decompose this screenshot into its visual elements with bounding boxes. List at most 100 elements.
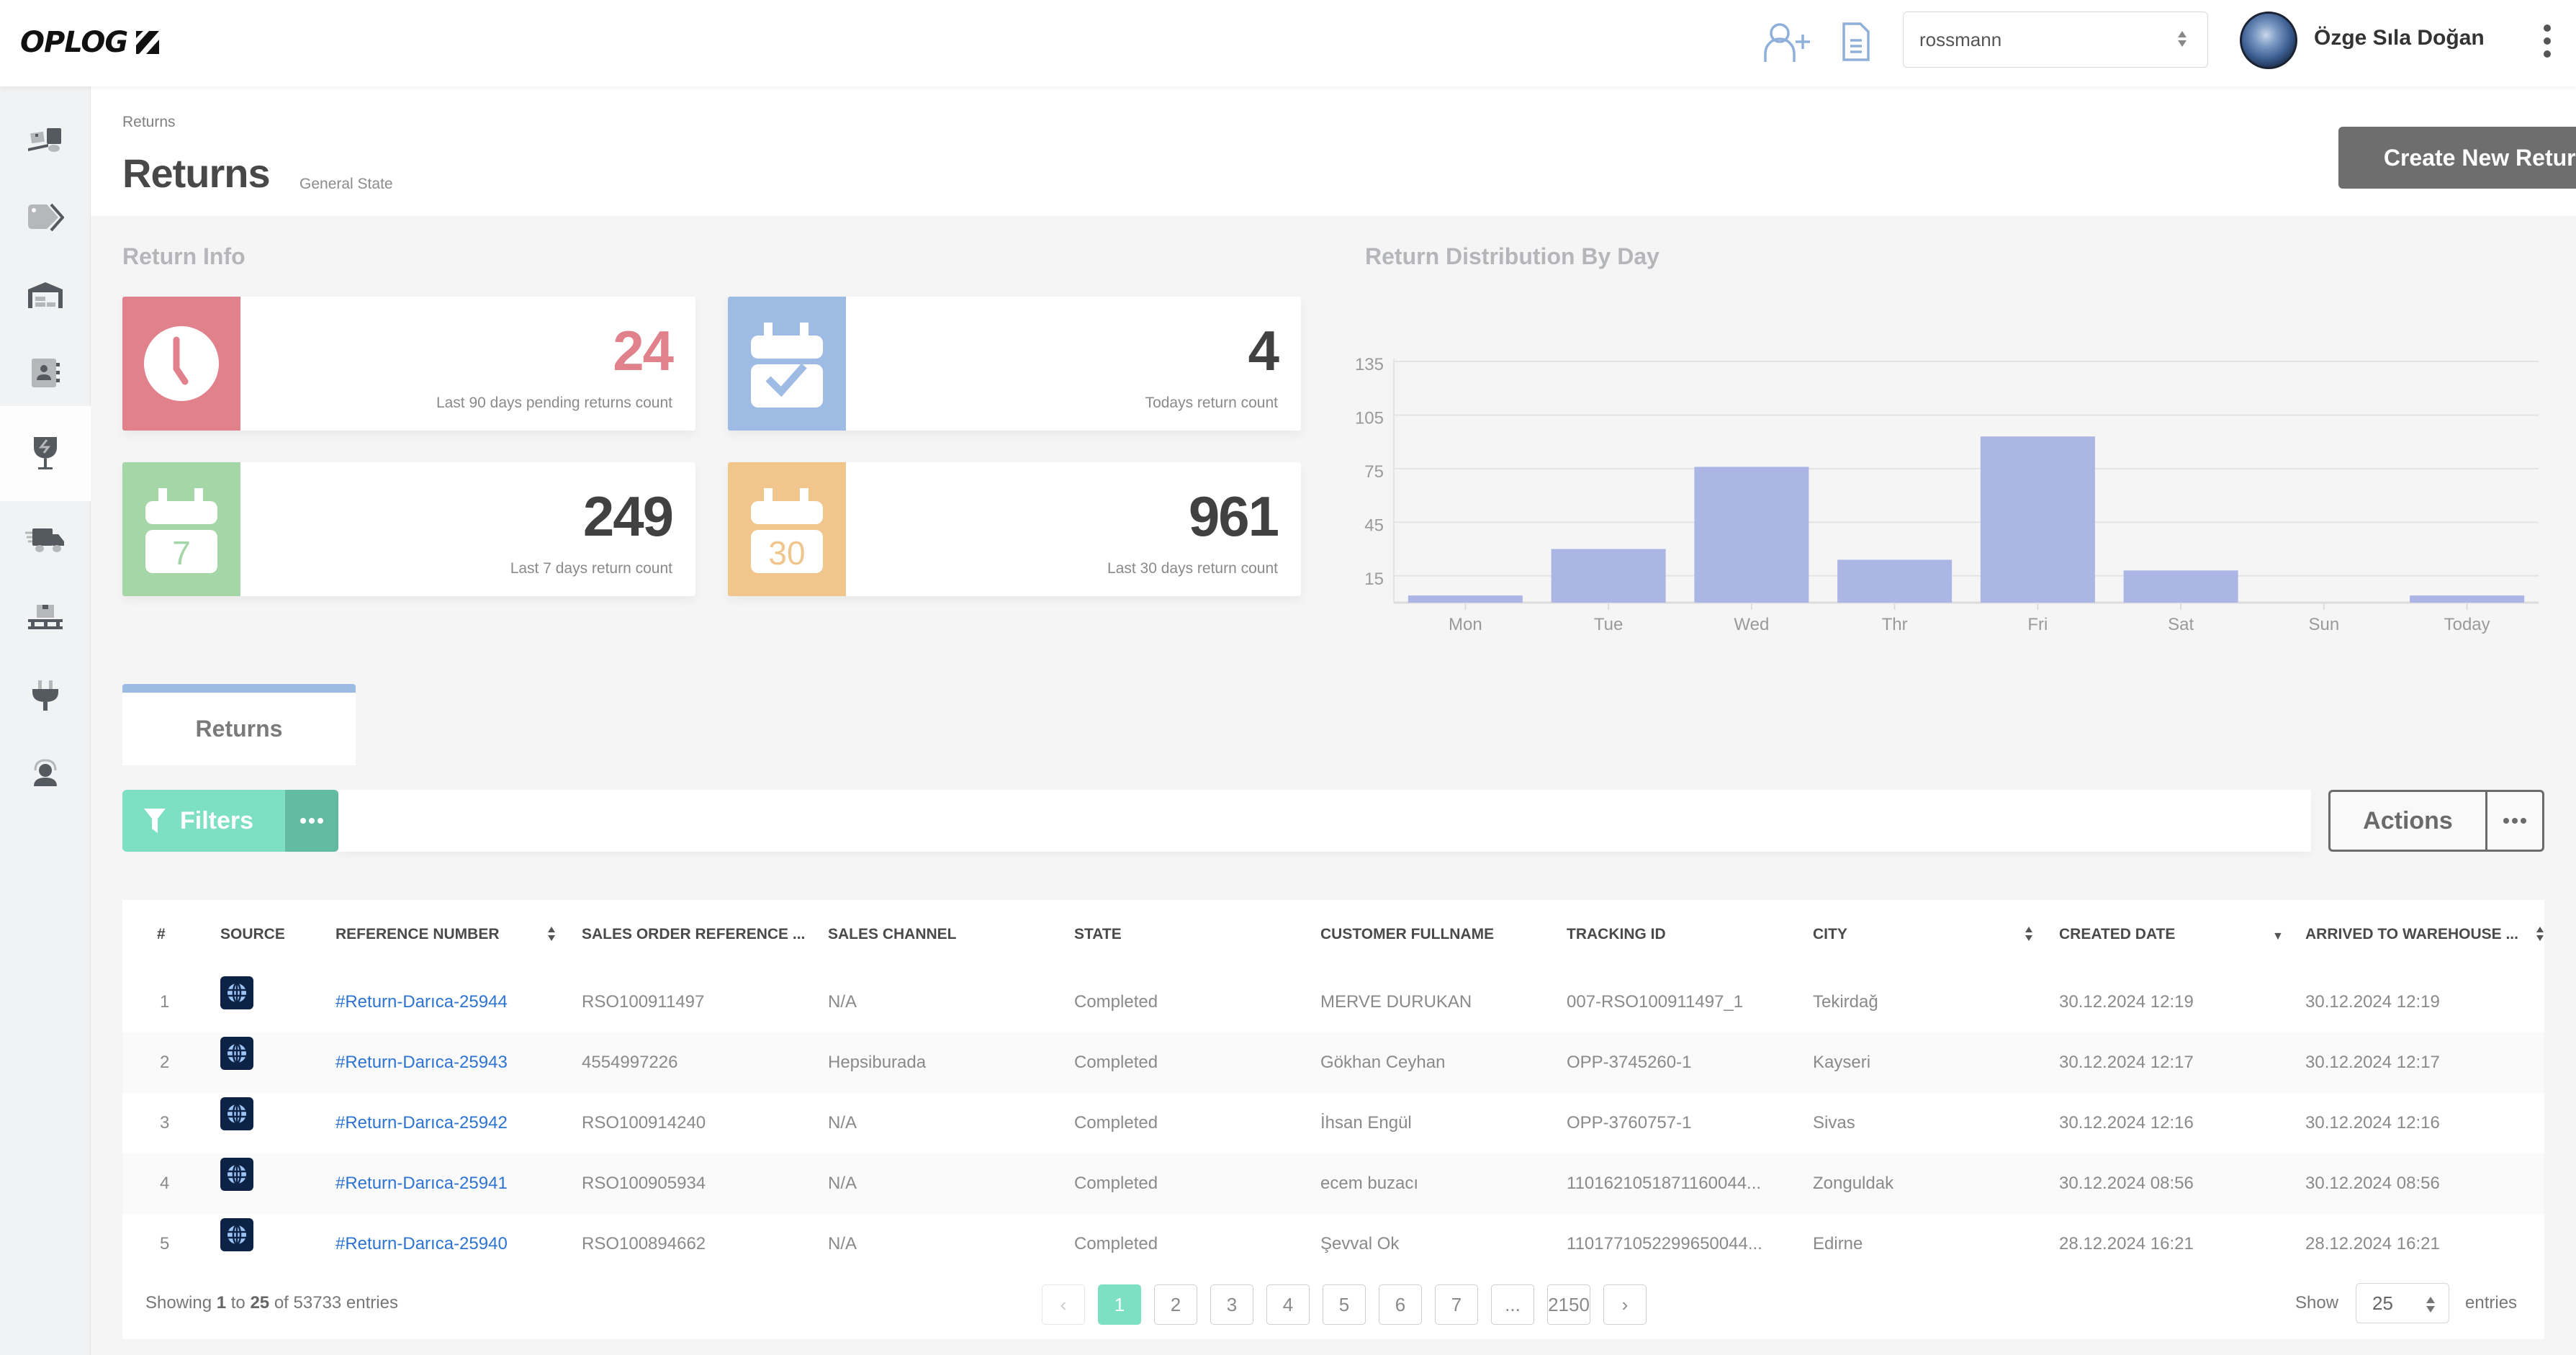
stat-card-last-30-days: 30 961 Last 30 days return count — [728, 462, 1301, 596]
column-header-reference-number[interactable]: REFERENCE NUMBER — [335, 926, 500, 943]
active-filters-bar[interactable] — [338, 790, 2311, 852]
calendar-30-text: 30 — [768, 534, 805, 572]
sort-both-icon[interactable] — [2025, 926, 2033, 945]
cell-tracking-id: OPP-3760757-1 — [1567, 1113, 1692, 1133]
next-page-button[interactable]: › — [1603, 1284, 1647, 1325]
filters-button[interactable]: Filters — [122, 790, 285, 852]
sidebar-item-returns[interactable] — [0, 406, 91, 501]
tab-returns[interactable]: Returns — [122, 684, 356, 765]
sidebar — [0, 86, 91, 1355]
oplog-logo[interactable]: OPLOG — [20, 24, 162, 60]
cell-reference-number[interactable]: #Return-Darıca-25944 — [335, 992, 508, 1012]
cell-arrived-date: 28.12.2024 16:21 — [2305, 1234, 2440, 1253]
sidebar-item-products[interactable] — [0, 179, 91, 256]
warehouse-icon — [28, 282, 63, 308]
page-header: Returns Returns General State Create New… — [91, 86, 2576, 216]
column-header-state[interactable]: STATE — [1074, 926, 1122, 943]
cell-reference-number[interactable]: #Return-Darıca-25940 — [335, 1234, 508, 1254]
column-header-arrived-to-warehouse[interactable]: ARRIVED TO WAREHOUSE ... — [2305, 926, 2518, 943]
page-button[interactable]: 2 — [1154, 1284, 1197, 1325]
pallet-icon — [28, 605, 63, 629]
cell-reference-number[interactable]: #Return-Darıca-25943 — [335, 1053, 508, 1073]
page-button[interactable]: 7 — [1435, 1284, 1478, 1325]
sidebar-item-support[interactable] — [0, 734, 91, 812]
sort-desc-icon[interactable]: ▼ — [2272, 930, 2284, 943]
table-row[interactable]: 2 #Return-Darıca-25943 4554997226 Hepsibura… — [122, 1032, 2544, 1093]
cell-city: Edirne — [1813, 1234, 1863, 1253]
cell-sales-channel: N/A — [828, 1234, 857, 1253]
more-menu-icon[interactable] — [2540, 24, 2554, 58]
table-row[interactable]: 3 #Return-Darıca-25942 RSO100914240 N/A Comp… — [122, 1093, 2544, 1153]
table-row[interactable]: 4 #Return-Darıca-25941 RSO100905934 N/A Comp… — [122, 1153, 2544, 1214]
cell-index: 2 — [160, 1053, 170, 1072]
user-name[interactable]: Özge Sıla Doğan — [2314, 26, 2485, 50]
sidebar-item-integrations[interactable] — [0, 657, 91, 734]
cell-sales-order-reference: RSO100914240 — [582, 1113, 706, 1133]
cell-arrived-date: 30.12.2024 08:56 — [2305, 1174, 2440, 1193]
actions-more-button[interactable] — [2485, 790, 2544, 852]
column-header-sales-channel[interactable]: SALES CHANNEL — [828, 926, 957, 943]
create-new-return-button[interactable]: Create New Return — [2338, 127, 2576, 189]
document-icon[interactable] — [1834, 19, 1878, 65]
sort-both-icon[interactable] — [547, 926, 556, 945]
page-size-select[interactable]: 25 — [2356, 1283, 2449, 1323]
sidebar-item-receiving[interactable] — [0, 101, 91, 179]
page-button[interactable]: 6 — [1379, 1284, 1422, 1325]
column-header-tracking-id[interactable]: TRACKING ID — [1567, 926, 1666, 943]
cell-city: Sivas — [1813, 1113, 1855, 1133]
cell-reference-number[interactable]: #Return-Darıca-25941 — [335, 1174, 508, 1194]
sort-both-icon[interactable] — [2536, 926, 2544, 945]
showing-from: 1 — [216, 1293, 227, 1313]
cell-state: Completed — [1074, 1174, 1158, 1193]
page-ellipsis: ... — [1491, 1284, 1534, 1325]
contacts-icon — [32, 359, 60, 387]
sidebar-item-shipments[interactable] — [0, 501, 91, 579]
page-subtitle: General State — [300, 176, 393, 192]
showing-prefix: Showing — [145, 1293, 212, 1313]
cell-customer-fullname: İhsan Engül — [1320, 1113, 1412, 1133]
page-button[interactable]: 4 — [1266, 1284, 1310, 1325]
sidebar-item-customers[interactable] — [0, 334, 91, 412]
cell-sales-channel: N/A — [828, 992, 857, 1012]
sidebar-item-inventory[interactable] — [0, 579, 91, 657]
page-button[interactable]: 1 — [1098, 1284, 1141, 1325]
table-row[interactable]: 5 #Return-Darıca-25940 RSO100894662 N/A Comp… — [122, 1214, 2544, 1274]
column-header-customer-fullname[interactable]: CUSTOMER FULLNAME — [1320, 926, 1494, 943]
column-header-sales-order-reference[interactable]: SALES ORDER REFERENCE ... — [582, 926, 805, 943]
calendar-check-icon — [728, 297, 846, 431]
page-button[interactable]: 3 — [1210, 1284, 1253, 1325]
page-button[interactable]: 2150 — [1547, 1284, 1590, 1325]
top-bar: OPLOG rossmann Özge Sıla Doğan — [0, 0, 2576, 86]
cell-tracking-id: OPP-3745260-1 — [1567, 1053, 1692, 1072]
user-avatar[interactable] — [2240, 12, 2297, 69]
cell-tracking-id: 007-RSO100911497_1 — [1567, 992, 1744, 1012]
filters-more-button[interactable] — [285, 790, 338, 852]
x-tick-label: Tue — [1594, 615, 1623, 634]
company-select[interactable]: rossmann — [1903, 12, 2208, 68]
stat-value: 24 — [613, 319, 674, 382]
cell-reference-number[interactable]: #Return-Darıca-25942 — [335, 1113, 508, 1133]
column-header-city[interactable]: CITY — [1813, 926, 1847, 943]
add-user-icon[interactable] — [1762, 19, 1813, 65]
sidebar-item-warehouse[interactable] — [0, 256, 91, 334]
cell-arrived-date: 30.12.2024 12:17 — [2305, 1053, 2440, 1072]
cell-customer-fullname: Gökhan Ceyhan — [1320, 1053, 1446, 1072]
company-select-value: rossmann — [1919, 28, 2002, 50]
breadcrumb[interactable]: Returns — [122, 114, 176, 131]
returns-table: # SOURCE REFERENCE NUMBER SALES ORDER RE… — [122, 900, 2544, 1339]
prev-page-button[interactable]: ‹ — [1042, 1284, 1085, 1325]
y-tick-label: 105 — [1355, 408, 1384, 428]
cell-city: Tekirdağ — [1813, 992, 1878, 1012]
bar-sat — [2123, 570, 2238, 603]
actions-button[interactable]: Actions — [2328, 790, 2485, 852]
cell-index: 4 — [160, 1174, 170, 1193]
page-button[interactable]: 5 — [1323, 1284, 1366, 1325]
column-header-created-date[interactable]: CREATED DATE — [2059, 926, 2175, 943]
cell-created-date: 30.12.2024 12:16 — [2059, 1113, 2194, 1133]
cell-index: 5 — [160, 1234, 170, 1253]
web-globe-icon — [220, 1097, 253, 1130]
cell-state: Completed — [1074, 1113, 1158, 1133]
table-row[interactable]: 1 #Return-Darıca-25944 RSO100911497 N/A Comp… — [122, 972, 2544, 1032]
cell-sales-channel: Hepsiburada — [828, 1053, 927, 1072]
x-tick-label: Mon — [1449, 615, 1482, 634]
